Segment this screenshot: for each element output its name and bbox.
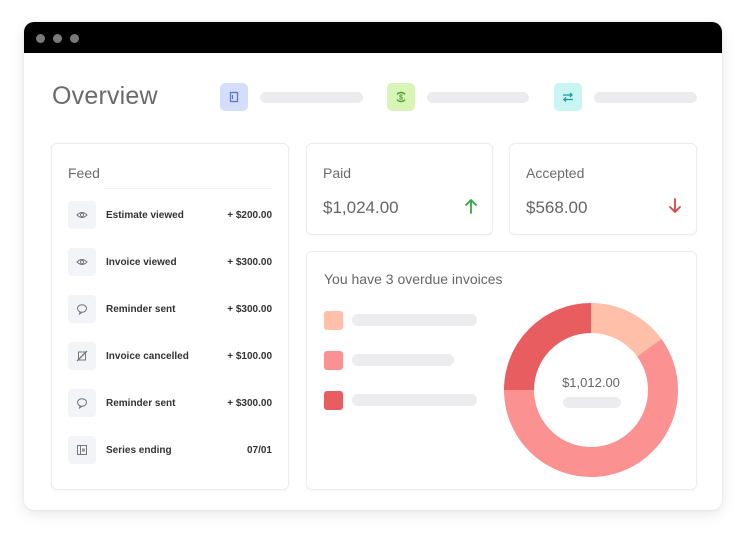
quick-item-label-placeholder <box>427 92 529 103</box>
feed-item[interactable]: Reminder sent + $300.00 <box>68 294 272 324</box>
accepted-label: Accepted <box>526 165 585 181</box>
paid-label: Paid <box>323 165 352 181</box>
feed-item-amount: + $300.00 <box>227 303 272 315</box>
svg-text:$: $ <box>399 95 403 102</box>
divider <box>104 188 272 189</box>
transfer-arrows-icon <box>563 92 573 102</box>
quick-item-label-placeholder <box>594 92 697 103</box>
window-dot[interactable] <box>36 34 45 43</box>
arrow-up-icon <box>465 199 477 214</box>
window-dot[interactable] <box>53 34 62 43</box>
chat-bubble-icon <box>68 295 96 323</box>
accepted-card[interactable]: Accepted $568.00 <box>509 143 697 235</box>
quick-item-payment[interactable]: $ <box>387 83 415 111</box>
document-icon <box>229 91 239 103</box>
overdue-title: You have 3 overdue invoices <box>324 271 503 287</box>
feed-item[interactable]: Invoice cancelled + $100.00 <box>68 341 272 371</box>
donut-chart: $1,012.00 <box>503 302 679 478</box>
feed-card: Feed Estimate viewed + $200.00 Invoice v… <box>51 143 289 490</box>
dollar-cycle-icon: $ <box>396 91 406 103</box>
legend-label-placeholder <box>352 394 477 406</box>
cancelled-icon <box>68 342 96 370</box>
feed-item-amount: + $300.00 <box>227 256 272 268</box>
feed-item-amount: 07/01 <box>246 444 272 456</box>
feed-item[interactable]: Reminder sent + $300.00 <box>68 388 272 418</box>
quick-item-document[interactable] <box>220 83 248 111</box>
calendar-icon <box>68 436 96 464</box>
chat-bubble-icon <box>68 389 96 417</box>
overdue-invoices-card: You have 3 overdue invoices $1,012.00 <box>306 251 697 490</box>
legend-label-placeholder <box>352 314 477 326</box>
app-window: Overview $ Feed Estimate viewed + $200.0… <box>24 22 722 510</box>
legend-swatch <box>324 351 343 370</box>
title-bar <box>24 22 722 53</box>
feed-title: Feed <box>68 165 100 181</box>
eye-icon <box>68 201 96 229</box>
paid-card[interactable]: Paid $1,024.00 <box>306 143 493 235</box>
quick-item-label-placeholder <box>260 92 363 103</box>
accepted-value: $568.00 <box>526 198 588 217</box>
page-title: Overview <box>52 82 158 110</box>
arrow-down-icon <box>669 198 681 213</box>
feed-item-label: Invoice viewed <box>106 256 177 268</box>
feed-item-label: Reminder sent <box>106 397 176 409</box>
feed-item-label: Series ending <box>106 444 172 456</box>
legend-swatch <box>324 311 343 330</box>
legend-label-placeholder <box>352 354 454 366</box>
donut-total: $1,012.00 <box>562 375 620 390</box>
feed-item[interactable]: Invoice viewed + $300.00 <box>68 247 272 277</box>
feed-item[interactable]: Series ending 07/01 <box>68 435 272 465</box>
feed-item-label: Invoice cancelled <box>106 350 189 362</box>
donut-caption-placeholder <box>563 397 621 408</box>
feed-item[interactable]: Estimate viewed + $200.00 <box>68 200 272 230</box>
quick-item-transfer[interactable] <box>554 83 582 111</box>
feed-item-label: Reminder sent <box>106 303 176 315</box>
feed-item-amount: + $100.00 <box>227 350 272 362</box>
feed-item-label: Estimate viewed <box>106 209 184 221</box>
eye-icon <box>68 248 96 276</box>
paid-value: $1,024.00 <box>323 198 399 217</box>
feed-item-amount: + $300.00 <box>227 397 272 409</box>
feed-item-amount: + $200.00 <box>227 209 272 221</box>
legend-swatch <box>324 391 343 410</box>
window-dot[interactable] <box>70 34 79 43</box>
donut-svg <box>504 303 678 477</box>
